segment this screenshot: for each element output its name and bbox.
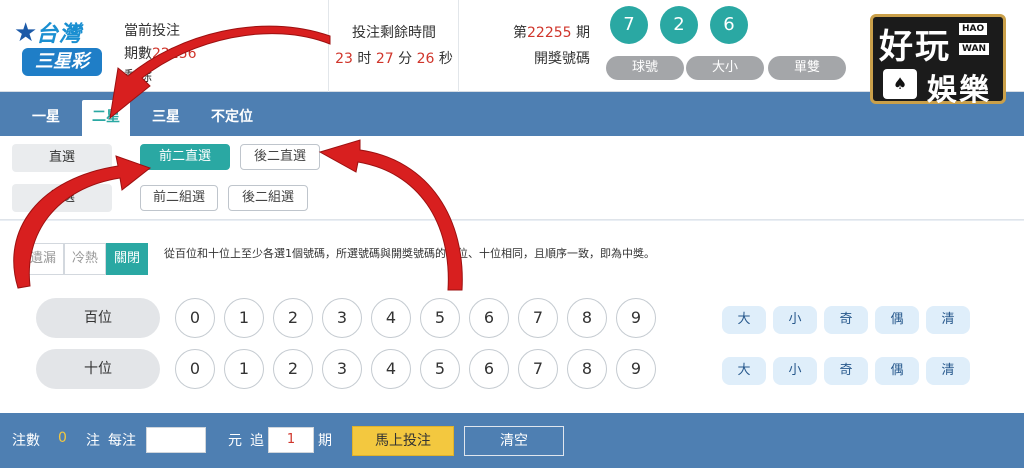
star-icon: ★ [14,18,38,48]
tab-unfixed[interactable]: 不定位 [200,100,264,136]
play-type-panel: 直選 前二直選 後二直選 組選 前二組選 後二組選 [0,136,1024,220]
result-ball: 6 [710,6,748,44]
brand-en2: WAN [959,43,990,55]
tens-digit-7[interactable]: 7 [518,349,558,389]
timer-value: 23 时 27 分 26 秒 [330,46,458,72]
tab-three-star[interactable]: 三星 [140,100,192,136]
timer-hours: 23 [335,51,353,67]
bets-value: 0 [58,430,67,446]
draw-label: 開獎號碼 [534,51,590,67]
result-ball: 7 [610,6,648,44]
remaining-label: 剩餘 [124,69,152,85]
hundreds-big-button[interactable]: 大 [722,306,766,334]
hundreds-digit-1[interactable]: 1 [224,298,264,338]
hundreds-digit-4[interactable]: 4 [371,298,411,338]
yuan-label: 元 [228,433,242,449]
hundreds-digit-3[interactable]: 3 [322,298,362,338]
filter-size[interactable]: 大小 [686,56,764,80]
hundreds-even-button[interactable]: 偶 [875,306,919,334]
hundreds-digit-8[interactable]: 8 [567,298,607,338]
timer-seconds: 26 [416,51,435,67]
logo-line2: 三星彩 [22,48,102,76]
period-unit: 期 [318,433,332,449]
draw-period: 第22255 期 [470,20,590,46]
hundreds-digit-7[interactable]: 7 [518,298,558,338]
hundreds-digit-0[interactable]: 0 [175,298,215,338]
period-line: 期數22256 [124,43,197,66]
toggle-hot-cold[interactable]: 冷熱 [64,243,106,275]
tab-one-star[interactable]: 一星 [20,100,72,136]
back-two-group[interactable]: 後二組選 [228,185,308,211]
tens-digit-6[interactable]: 6 [469,349,509,389]
bet-footer: 注數 0 注 每注 元 追 1 期 馬上投注 清空 [0,413,1024,468]
number-picker: 遺漏 冷熱 關閉 從百位和十位上至少各選1個號碼，所選號碼與開獎號碼的百位、十位… [0,221,1024,413]
tens-digit-8[interactable]: 8 [567,349,607,389]
hundreds-digit-2[interactable]: 2 [273,298,313,338]
tens-digit-4[interactable]: 4 [371,349,411,389]
bet-info: 當前投注 期數22256 剩餘 [124,20,197,89]
tens-label: 十位 [36,349,160,389]
divider [458,0,459,92]
tens-clear-button[interactable]: 清 [926,357,970,385]
tens-odd-button[interactable]: 奇 [824,357,868,385]
filter-ball-number[interactable]: 球號 [606,56,684,80]
draw-prefix: 第 [513,25,527,41]
tens-digit-1[interactable]: 1 [224,349,264,389]
tens-digit-0[interactable]: 0 [175,349,215,389]
group-label: 組選 [12,184,112,212]
rule-description: 從百位和十位上至少各選1個號碼，所選號碼與開獎號碼的百位、十位相同，且順序一致，… [164,247,655,260]
front-two-direct[interactable]: 前二直選 [140,144,230,170]
tab-two-star[interactable]: 二星 [82,100,130,136]
logo-line1: 台灣 [36,22,83,47]
direct-label: 直選 [12,144,112,172]
bets-label: 注數 [12,433,40,449]
last-draw: 第22255 期 開獎號碼 [470,20,590,72]
back-two-direct[interactable]: 後二直選 [240,144,320,170]
tens-digit-5[interactable]: 5 [420,349,460,389]
chase-periods-input[interactable]: 1 [268,427,314,453]
hundreds-digit-9[interactable]: 9 [616,298,656,338]
brand-en1: HAO [959,23,988,35]
result-ball: 2 [660,6,698,44]
tens-small-button[interactable]: 小 [773,357,817,385]
tens-digit-9[interactable]: 9 [616,349,656,389]
timer-minutes: 27 [375,51,394,67]
front-two-group[interactable]: 前二組選 [140,185,218,211]
hundreds-digit-6[interactable]: 6 [469,298,509,338]
draw-number: 22255 [527,25,572,41]
countdown: 投注剩餘時間 23 时 27 分 26 秒 [330,20,458,72]
bet-now-button[interactable]: 馬上投注 [352,426,454,456]
per-bet-amount-input[interactable] [146,427,206,453]
cards-icon: ♠ [883,69,917,99]
hundreds-label: 百位 [36,298,160,338]
hundreds-small-button[interactable]: 小 [773,306,817,334]
hundreds-digit-5[interactable]: 5 [420,298,460,338]
tens-digit-3[interactable]: 3 [322,349,362,389]
toggle-missing[interactable]: 遺漏 [22,243,64,275]
hundreds-clear-button[interactable]: 清 [926,306,970,334]
period-value: 22256 [152,46,197,62]
period-label: 期數 [124,46,152,62]
brand-cn2: 娛樂 [927,73,991,108]
hundreds-odd-button[interactable]: 奇 [824,306,868,334]
bets-unit: 注 [86,433,100,449]
timer-hours-unit: 时 [357,51,372,67]
timer-label: 投注剩餘時間 [352,25,436,41]
taiwan-sanxing-logo: ★ 台灣 三星彩 [14,12,102,82]
brand-cn1: 好玩 [879,27,951,67]
tens-big-button[interactable]: 大 [722,357,766,385]
timer-seconds-unit: 秒 [438,51,453,67]
draw-suffix: 期 [576,25,590,41]
clear-button[interactable]: 清空 [464,426,564,456]
haowan-brand-logo: 好玩 HAO WAN ♠ 娛樂 [870,14,1006,108]
chase-label: 追 [250,433,264,449]
tens-even-button[interactable]: 偶 [875,357,919,385]
tens-digit-2[interactable]: 2 [273,349,313,389]
toggle-off[interactable]: 關閉 [106,243,148,275]
divider [328,0,329,92]
filter-odd-even[interactable]: 單雙 [768,56,846,80]
current-bet-label: 當前投注 [124,23,180,39]
per-bet-label: 每注 [108,433,136,449]
timer-minutes-unit: 分 [398,51,413,67]
